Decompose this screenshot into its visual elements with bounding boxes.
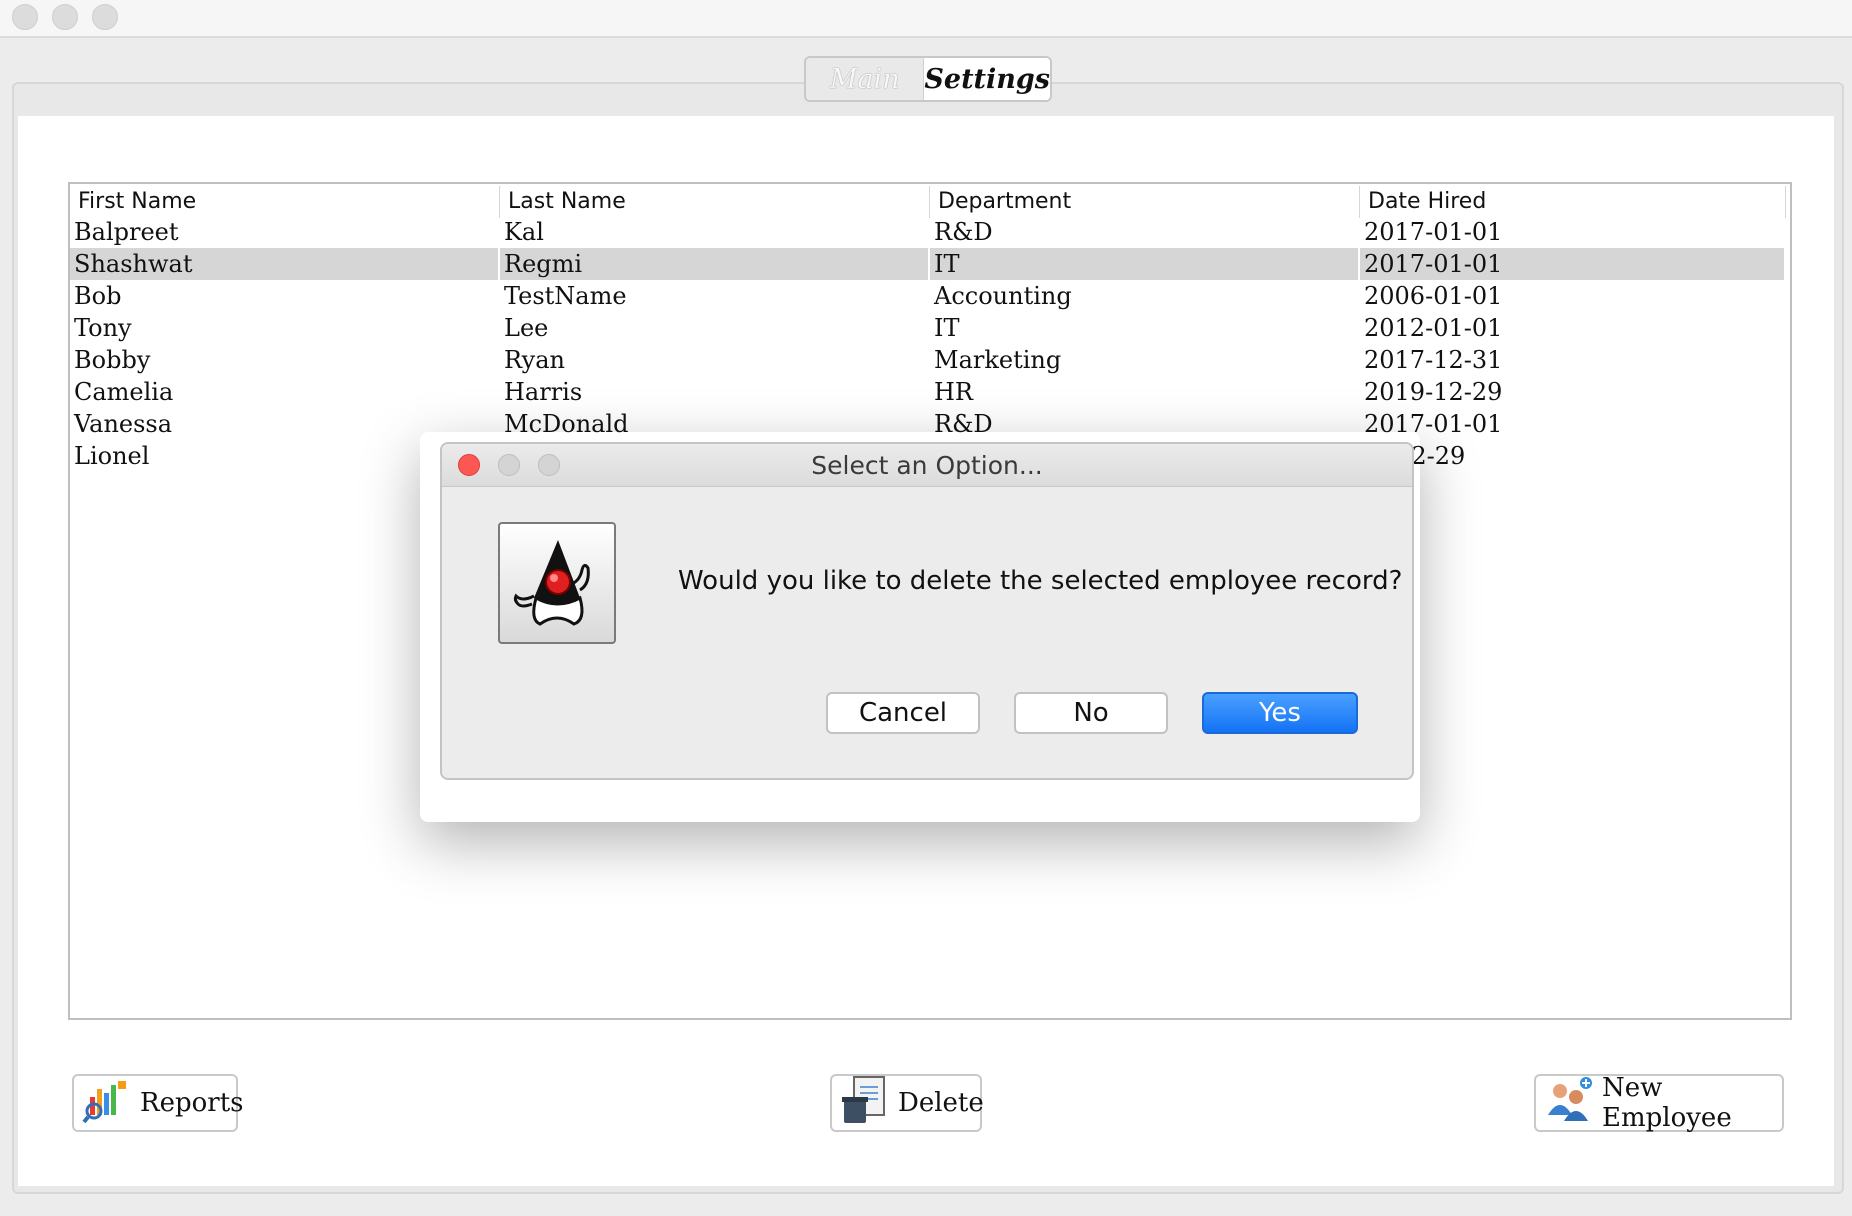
table-row[interactable]: Camelia Harris HR 2019-12-29 (70, 376, 1786, 408)
cell-date-hired: 2019-12-29 (1364, 378, 1503, 406)
minimize-window-button[interactable] (52, 4, 78, 30)
cell-date-hired: -12-29 (1388, 442, 1466, 470)
reports-button[interactable]: Reports (72, 1074, 243, 1132)
cell-last-name: Kal (504, 218, 544, 246)
chart-magnifier-icon (82, 1077, 132, 1130)
column-header-last-name[interactable]: Last Name (500, 186, 930, 218)
cell-department: HR (934, 378, 973, 406)
tab-settings[interactable]: Settings (924, 58, 1050, 100)
cell-first-name: Bobby (74, 346, 151, 374)
cell-last-name: Harris (504, 378, 583, 406)
column-header-department[interactable]: Department (930, 186, 1360, 218)
column-header-date-hired[interactable]: Date Hired (1360, 186, 1786, 218)
new-employee-label: New Employee (1602, 1073, 1732, 1133)
trash-document-icon (840, 1075, 890, 1132)
table-row[interactable]: Bob TestName Accounting 2006-01-01 (70, 280, 1786, 312)
cell-first-name: Tony (74, 314, 132, 342)
cell-date-hired: 2012-01-01 (1364, 314, 1503, 342)
yes-button[interactable]: Yes (1202, 692, 1358, 734)
zoom-window-button[interactable] (92, 4, 118, 30)
dialog-message: Would you like to delete the selected em… (678, 566, 1403, 596)
cell-department: R&D (934, 218, 993, 246)
cancel-button[interactable]: Cancel (826, 692, 980, 734)
cell-date-hired: 2017-01-01 (1364, 218, 1503, 246)
dialog-title: Select an Option... (811, 451, 1043, 480)
cell-department: Accounting (934, 282, 1072, 310)
cell-last-name: Lee (504, 314, 549, 342)
cell-department: Marketing (934, 346, 1062, 374)
close-window-button[interactable] (12, 4, 38, 30)
cell-department: IT (934, 314, 960, 342)
table-header: First Name Last Name Department Date Hir… (70, 186, 1786, 218)
cell-first-name: Shashwat (70, 248, 500, 280)
table-row[interactable]: Balpreet Kal R&D 2017-01-01 (70, 216, 1786, 248)
table-row[interactable]: Tony Lee IT 2012-01-01 (70, 312, 1786, 344)
confirm-dialog: Select an Option... Would you like to de… (440, 442, 1414, 780)
cell-department: IT (930, 248, 1360, 280)
cell-date-hired: 2017-12-31 (1364, 346, 1503, 374)
cell-first-name: Balpreet (74, 218, 179, 246)
new-employee-button[interactable]: New Employee (1534, 1073, 1784, 1133)
delete-button[interactable]: Delete (830, 1074, 984, 1132)
cell-last-name: Regmi (500, 248, 930, 280)
cell-last-name: TestName (504, 282, 627, 310)
java-duke-icon (498, 522, 616, 644)
cell-first-name: Camelia (74, 378, 174, 406)
delete-label: Delete (898, 1088, 984, 1118)
cell-first-name: Bob (74, 282, 122, 310)
window-titlebar (0, 0, 1852, 38)
no-button[interactable]: No (1014, 692, 1168, 734)
cell-date-hired: 2017-01-01 (1364, 410, 1503, 438)
add-people-icon (1544, 1075, 1594, 1132)
cell-date-hired: 2006-01-01 (1364, 282, 1503, 310)
cell-last-name: Ryan (504, 346, 565, 374)
table-row-selected[interactable]: Shashwat Regmi IT 2017-01-01 (70, 248, 1786, 280)
tab-main[interactable]: Main (806, 58, 925, 100)
column-header-first-name[interactable]: First Name (70, 186, 500, 218)
cell-date-hired: 2017-01-01 (1360, 248, 1786, 280)
table-row[interactable]: Bobby Ryan Marketing 2017-12-31 (70, 344, 1786, 376)
dialog-titlebar: Select an Option... (442, 444, 1412, 487)
tab-bar: Main Settings (804, 56, 1052, 102)
reports-label: Reports (140, 1088, 244, 1118)
